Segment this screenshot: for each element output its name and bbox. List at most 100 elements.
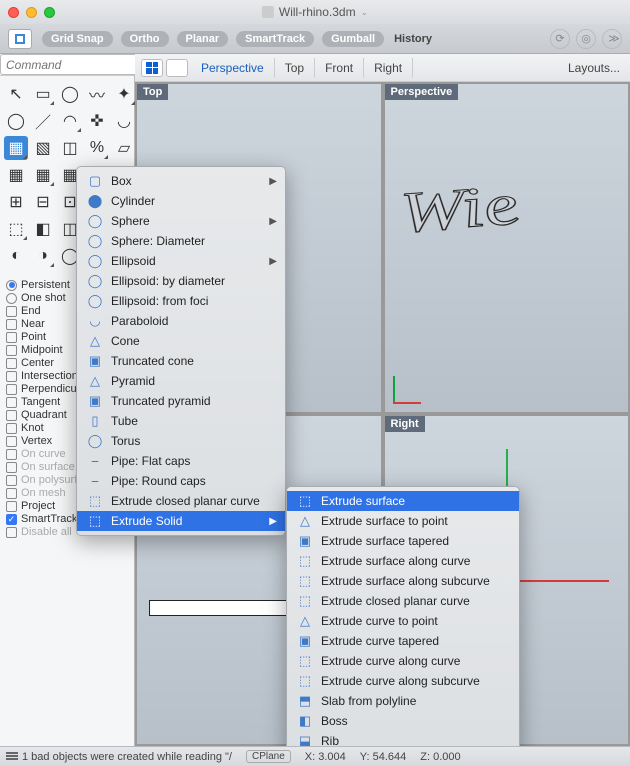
toolbar-pill[interactable]: Planar xyxy=(177,31,229,47)
checkbox-icon[interactable] xyxy=(6,436,17,447)
view-tab[interactable]: Perspective xyxy=(191,58,275,78)
checkbox-icon[interactable] xyxy=(6,501,17,512)
tool-button[interactable]: ◫ xyxy=(58,136,82,160)
menu-item[interactable]: ⬚Extrude Solid▶ xyxy=(77,511,285,531)
zoom-icon[interactable] xyxy=(44,7,55,18)
tool-button[interactable]: ◡ xyxy=(112,109,136,133)
extrude-solid-submenu[interactable]: ⬚Extrude surface△Extrude surface to poin… xyxy=(286,486,520,756)
checkbox-icon[interactable] xyxy=(6,319,17,330)
menu-item[interactable]: ⬚Extrude closed planar curve xyxy=(287,591,519,611)
menu-item[interactable]: ◯Ellipsoid▶ xyxy=(77,251,285,271)
checkbox-icon[interactable] xyxy=(6,332,17,343)
tool-button[interactable]: ⊟ xyxy=(31,190,55,214)
view-tab[interactable]: Front xyxy=(315,58,364,78)
menu-item[interactable]: ⎯Pipe: Round caps xyxy=(77,471,285,491)
menu-item[interactable]: △Pyramid xyxy=(77,371,285,391)
tool-button[interactable]: ⬚ xyxy=(4,217,28,241)
record-icon[interactable]: ◎ xyxy=(576,29,596,49)
solid-context-menu[interactable]: ▢Box▶⬤Cylinder◯Sphere▶◯Sphere: Diameter◯… xyxy=(76,166,286,536)
menu-item[interactable]: ⎯Pipe: Flat caps xyxy=(77,451,285,471)
cplane-selector[interactable]: CPlane xyxy=(246,750,291,763)
menu-item[interactable]: ◯Ellipsoid: by diameter xyxy=(77,271,285,291)
more-icon[interactable]: ≫ xyxy=(602,29,622,49)
tool-button[interactable]: ◯ xyxy=(4,109,28,133)
checkbox-icon[interactable] xyxy=(6,462,17,473)
radio-icon[interactable] xyxy=(6,293,17,304)
tool-button[interactable]: ▱ xyxy=(112,136,136,160)
checkbox-icon[interactable] xyxy=(6,371,17,382)
menu-item[interactable]: ▣Extrude surface tapered xyxy=(287,531,519,551)
menu-item[interactable]: ▢Box▶ xyxy=(77,171,285,191)
menu-item[interactable]: △Extrude surface to point xyxy=(287,511,519,531)
menu-item[interactable]: ⬚Extrude surface along curve xyxy=(287,551,519,571)
tool-button[interactable]: % xyxy=(85,136,109,160)
checkbox-icon[interactable] xyxy=(6,358,17,369)
toolbar-pill[interactable]: Ortho xyxy=(121,31,169,47)
tool-button[interactable]: ◧ xyxy=(31,217,55,241)
menu-item[interactable]: ◯Ellipsoid: from foci xyxy=(77,291,285,311)
layouts-menu[interactable]: Layouts... xyxy=(568,61,624,75)
view-tab[interactable]: Right xyxy=(364,58,413,78)
tool-button[interactable]: ◑ xyxy=(31,244,55,268)
menu-item[interactable]: ▣Extrude curve tapered xyxy=(287,631,519,651)
menu-item[interactable]: ⬚Extrude curve along curve xyxy=(287,651,519,671)
toolbar-pill[interactable]: Grid Snap xyxy=(42,31,113,47)
menu-item-label: Cylinder xyxy=(111,194,155,208)
toolbar-pill[interactable]: Gumball xyxy=(322,31,384,47)
sync-icon[interactable]: ⟳ xyxy=(550,29,570,49)
menu-item[interactable]: ⬤Cylinder xyxy=(77,191,285,211)
menu-item[interactable]: ◡Paraboloid xyxy=(77,311,285,331)
menu-item[interactable]: ⬚Extrude surface xyxy=(287,491,519,511)
checkbox-icon[interactable] xyxy=(6,488,17,499)
tool-button[interactable]: ◐ xyxy=(4,244,28,268)
menu-item[interactable]: ⬚Extrude surface along subcurve xyxy=(287,571,519,591)
tool-button[interactable]: ▦ xyxy=(4,136,28,160)
checkbox-icon[interactable] xyxy=(6,397,17,408)
menu-icon[interactable] xyxy=(6,752,18,762)
tool-button[interactable]: ✜ xyxy=(85,109,109,133)
tool-button[interactable]: ◠ xyxy=(58,109,82,133)
tool-button[interactable]: ✦ xyxy=(112,82,136,106)
tool-button[interactable]: ▧ xyxy=(31,136,55,160)
checkbox-icon[interactable] xyxy=(6,449,17,460)
osnap-label: Quadrant xyxy=(21,409,67,421)
checkbox-icon[interactable] xyxy=(6,384,17,395)
checkbox-icon[interactable] xyxy=(6,527,17,538)
tool-button[interactable]: 〰 xyxy=(85,82,109,106)
viewport-perspective[interactable]: Perspective Wie xyxy=(385,84,629,412)
checkbox-icon[interactable] xyxy=(6,514,17,525)
menu-item[interactable]: ⬚Extrude curve along subcurve xyxy=(287,671,519,691)
menu-item[interactable]: △Cone xyxy=(77,331,285,351)
menu-item[interactable]: ⬒Slab from polyline xyxy=(287,691,519,711)
toolbar-pill[interactable]: SmartTrack xyxy=(236,31,314,47)
checkbox-icon[interactable] xyxy=(6,475,17,486)
sidebar-toggle[interactable] xyxy=(8,29,32,49)
checkbox-icon[interactable] xyxy=(6,410,17,421)
tool-button[interactable]: ／ xyxy=(31,109,55,133)
tool-button[interactable]: ▦ xyxy=(4,163,28,187)
radio-icon[interactable] xyxy=(6,280,17,291)
close-icon[interactable] xyxy=(8,7,19,18)
tool-button[interactable]: ▭ xyxy=(31,82,55,106)
layout-single-button[interactable] xyxy=(166,59,188,77)
menu-item[interactable]: ▯Tube xyxy=(77,411,285,431)
menu-item[interactable]: ◯Sphere: Diameter xyxy=(77,231,285,251)
tool-button[interactable]: ⊞ xyxy=(4,190,28,214)
view-tab[interactable]: Top xyxy=(275,58,315,78)
menu-item[interactable]: △Extrude curve to point xyxy=(287,611,519,631)
menu-item[interactable]: ▣Truncated cone xyxy=(77,351,285,371)
menu-item[interactable]: ⬚Extrude closed planar curve xyxy=(77,491,285,511)
menu-item[interactable]: ▣Truncated pyramid xyxy=(77,391,285,411)
history-label[interactable]: History xyxy=(394,33,432,45)
checkbox-icon[interactable] xyxy=(6,306,17,317)
menu-item[interactable]: ◯Sphere▶ xyxy=(77,211,285,231)
tool-button[interactable]: ◯ xyxy=(58,82,82,106)
layout-grid-button[interactable] xyxy=(141,59,163,77)
minimize-icon[interactable] xyxy=(26,7,37,18)
menu-item[interactable]: ◧Boss xyxy=(287,711,519,731)
checkbox-icon[interactable] xyxy=(6,345,17,356)
tool-button[interactable]: ▦ xyxy=(31,163,55,187)
tool-button[interactable]: ↖ xyxy=(4,82,28,106)
checkbox-icon[interactable] xyxy=(6,423,17,434)
menu-item[interactable]: ◯Torus xyxy=(77,431,285,451)
